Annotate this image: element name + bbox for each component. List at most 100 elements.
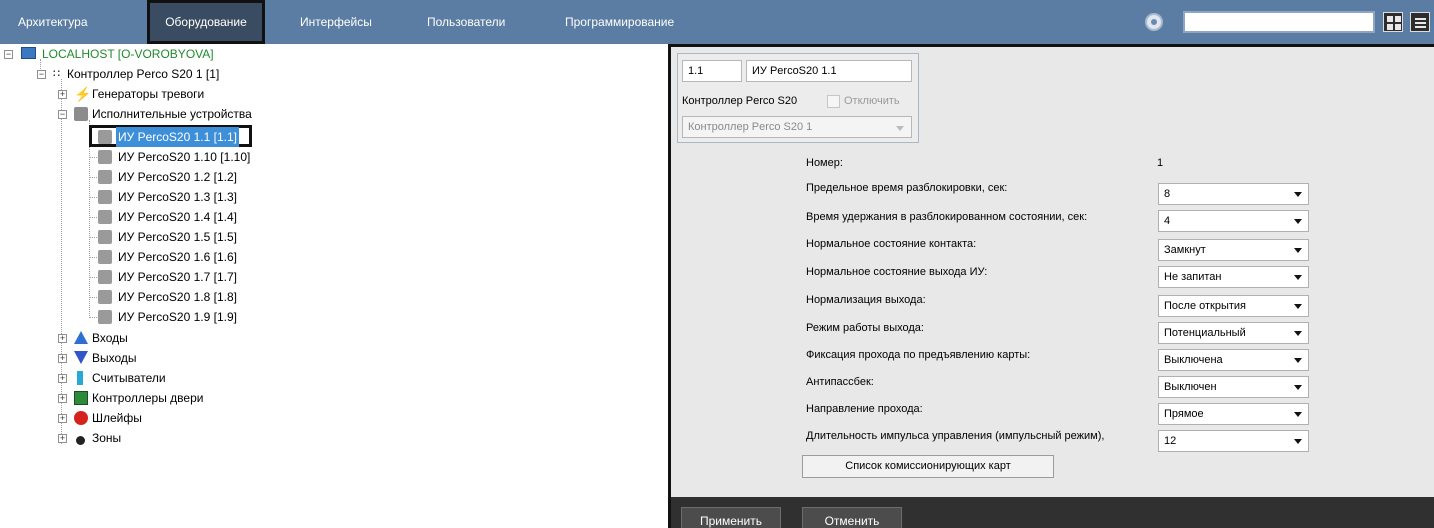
object-header-box: 1.1 ИУ PercoS20 1.1 Контроллер Perco S20…: [677, 53, 919, 143]
tree-node-outputs[interactable]: + Выходы: [58, 348, 358, 368]
field-label: Фиксация прохода по предъявлению карты:: [806, 349, 1031, 361]
chevron-down-icon: [1294, 248, 1302, 253]
field-label: Нормализация выхода:: [806, 294, 926, 306]
tab-architecture[interactable]: Архитектура: [18, 0, 118, 44]
tree-node-readers[interactable]: + Считыватели: [58, 368, 358, 388]
collapse-icon[interactable]: −: [4, 50, 13, 59]
tree-node-device[interactable]: ИУ PercoS20 1.7 [1.7]: [98, 267, 398, 287]
object-name-field[interactable]: ИУ PercoS20 1.1: [746, 60, 912, 82]
tree-node-label: ИУ PercoS20 1.8 [1.8]: [118, 290, 237, 304]
tab-equipment[interactable]: Оборудование: [147, 0, 265, 44]
controller-icon: ∷: [53, 68, 60, 80]
number-label: Номер:: [806, 157, 843, 169]
tree-node-label: ИУ PercoS20 1.2 [1.2]: [118, 170, 237, 184]
parent-select[interactable]: Контроллер Perco S20 1: [682, 116, 912, 138]
zone-icon: [76, 436, 85, 445]
chevron-down-icon: [1294, 358, 1302, 363]
tree-node-device[interactable]: ИУ PercoS20 1.6 [1.6]: [98, 247, 398, 267]
field-label: Длительность импульса управления (импуль…: [806, 430, 1105, 442]
tree-node-localhost[interactable]: − LOCALHOST [O-VOROBYOVA]: [4, 44, 304, 64]
tab-users[interactable]: Пользователи: [427, 0, 527, 44]
field-label: Режим работы выхода:: [806, 322, 924, 334]
collapse-icon[interactable]: −: [37, 70, 46, 79]
chevron-down-icon: [1294, 412, 1302, 417]
expand-icon[interactable]: +: [58, 334, 67, 343]
output-mode-select[interactable]: Потенциальный: [1158, 322, 1309, 344]
actuator-icon: [98, 230, 112, 244]
tree-node-zones[interactable]: + Зоны: [58, 428, 358, 448]
tree-node-label: ИУ PercoS20 1.10 [1.10]: [118, 150, 251, 164]
tab-programming[interactable]: Программирование: [565, 0, 685, 44]
tree-node-device[interactable]: ИУ PercoS20 1.8 [1.8]: [98, 287, 398, 307]
expand-icon[interactable]: +: [58, 394, 67, 403]
tree-node-device[interactable]: ИУ PercoS20 1.3 [1.3]: [98, 187, 398, 207]
search-icon[interactable]: [1145, 13, 1163, 31]
unlock-time-select[interactable]: 8: [1158, 183, 1309, 205]
tree-node-actuators[interactable]: − Исполнительные устройства: [58, 104, 358, 124]
card-pass-fixation-select[interactable]: Выключена: [1158, 349, 1309, 371]
pass-direction-select[interactable]: Прямое: [1158, 403, 1309, 425]
select-value: Замкнут: [1164, 244, 1206, 256]
field-label: Направление прохода:: [806, 403, 923, 415]
commissioning-cards-button[interactable]: Список комиссионирующих карт: [802, 455, 1054, 478]
chevron-down-icon: [1294, 331, 1302, 336]
expand-icon[interactable]: +: [58, 414, 67, 423]
contact-state-select[interactable]: Замкнут: [1158, 239, 1309, 261]
actuator-icon: [98, 250, 112, 264]
field-label: Антипассбек:: [806, 376, 874, 388]
select-value: Прямое: [1164, 408, 1204, 420]
antipassback-select[interactable]: Выключен: [1158, 376, 1309, 398]
pulse-duration-select[interactable]: 12: [1158, 430, 1309, 452]
field-label: Предельное время разблокировки, сек:: [806, 182, 1008, 194]
tree-node-loops[interactable]: + Шлейфы: [58, 408, 358, 428]
collapse-icon[interactable]: −: [58, 110, 67, 119]
menu-icon[interactable]: [1410, 12, 1430, 32]
tab-interfaces[interactable]: Интерфейсы: [300, 0, 400, 44]
tree-node-device[interactable]: ИУ PercoS20 1.2 [1.2]: [98, 167, 398, 187]
chevron-down-icon: [1294, 219, 1302, 224]
chevron-down-icon: [896, 126, 904, 131]
output-state-select[interactable]: Не запитан: [1158, 266, 1309, 288]
lightning-icon: ⚡: [74, 86, 92, 102]
alarm-loop-icon: [74, 411, 88, 425]
expand-icon[interactable]: +: [58, 354, 67, 363]
actuator-icon: [98, 130, 112, 144]
actuator-icon: [98, 290, 112, 304]
output-normalization-select[interactable]: После открытия: [1158, 295, 1309, 317]
tree-node-alarm-generators[interactable]: + ⚡ Генераторы тревоги: [58, 84, 358, 104]
chevron-down-icon: [1294, 304, 1302, 309]
layout-grid-icon[interactable]: [1383, 12, 1403, 32]
tree-node-label: Зоны: [92, 431, 122, 445]
door-controller-icon: [74, 391, 88, 405]
expand-icon[interactable]: +: [58, 434, 67, 443]
actuator-icon: [98, 190, 112, 204]
tree-node-label: Контроллер Perco S20 1 [1]: [67, 67, 220, 81]
search-input[interactable]: [1183, 11, 1375, 33]
chevron-down-icon: [1294, 192, 1302, 197]
tree-node-inputs[interactable]: + Входы: [58, 328, 358, 348]
hold-time-select[interactable]: 4: [1158, 210, 1309, 232]
apply-button[interactable]: Применить: [681, 507, 781, 528]
tree-node-device[interactable]: ИУ PercoS20 1.10 [1.10]: [98, 147, 398, 167]
expand-icon[interactable]: +: [58, 90, 67, 99]
actuator-icon: [98, 270, 112, 284]
field-label: Нормальное состояние контакта:: [806, 238, 977, 250]
tree-node-device[interactable]: ИУ PercoS20 1.4 [1.4]: [98, 207, 398, 227]
select-value: 12: [1164, 435, 1177, 447]
chevron-down-icon: [1294, 275, 1302, 280]
hardware-tree: − LOCALHOST [O-VOROBYOVA] − ∷ Контроллер…: [0, 44, 668, 528]
tree-node-device-selected[interactable]: ИУ PercoS20 1.1 [1.1]: [89, 125, 252, 147]
disable-checkbox[interactable]: [827, 95, 840, 108]
tree-node-device[interactable]: ИУ PercoS20 1.5 [1.5]: [98, 227, 398, 247]
tree-node-label: ИУ PercoS20 1.6 [1.6]: [118, 250, 237, 264]
tree-node-label: ИУ PercoS20 1.1 [1.1]: [116, 127, 239, 147]
cancel-button[interactable]: Отменить: [802, 507, 902, 528]
number-value: 1: [1157, 157, 1164, 169]
tree-node-device[interactable]: ИУ PercoS20 1.9 [1.9]: [98, 307, 398, 327]
tree-node-controller[interactable]: − ∷ Контроллер Perco S20 1 [1]: [37, 64, 337, 84]
select-value: Потенциальный: [1164, 327, 1246, 339]
object-id-field[interactable]: 1.1: [682, 60, 742, 82]
expand-icon[interactable]: +: [58, 374, 67, 383]
tree-node-label: Исполнительные устройства: [92, 107, 252, 121]
tree-node-door-controllers[interactable]: + Контроллеры двери: [58, 388, 358, 408]
